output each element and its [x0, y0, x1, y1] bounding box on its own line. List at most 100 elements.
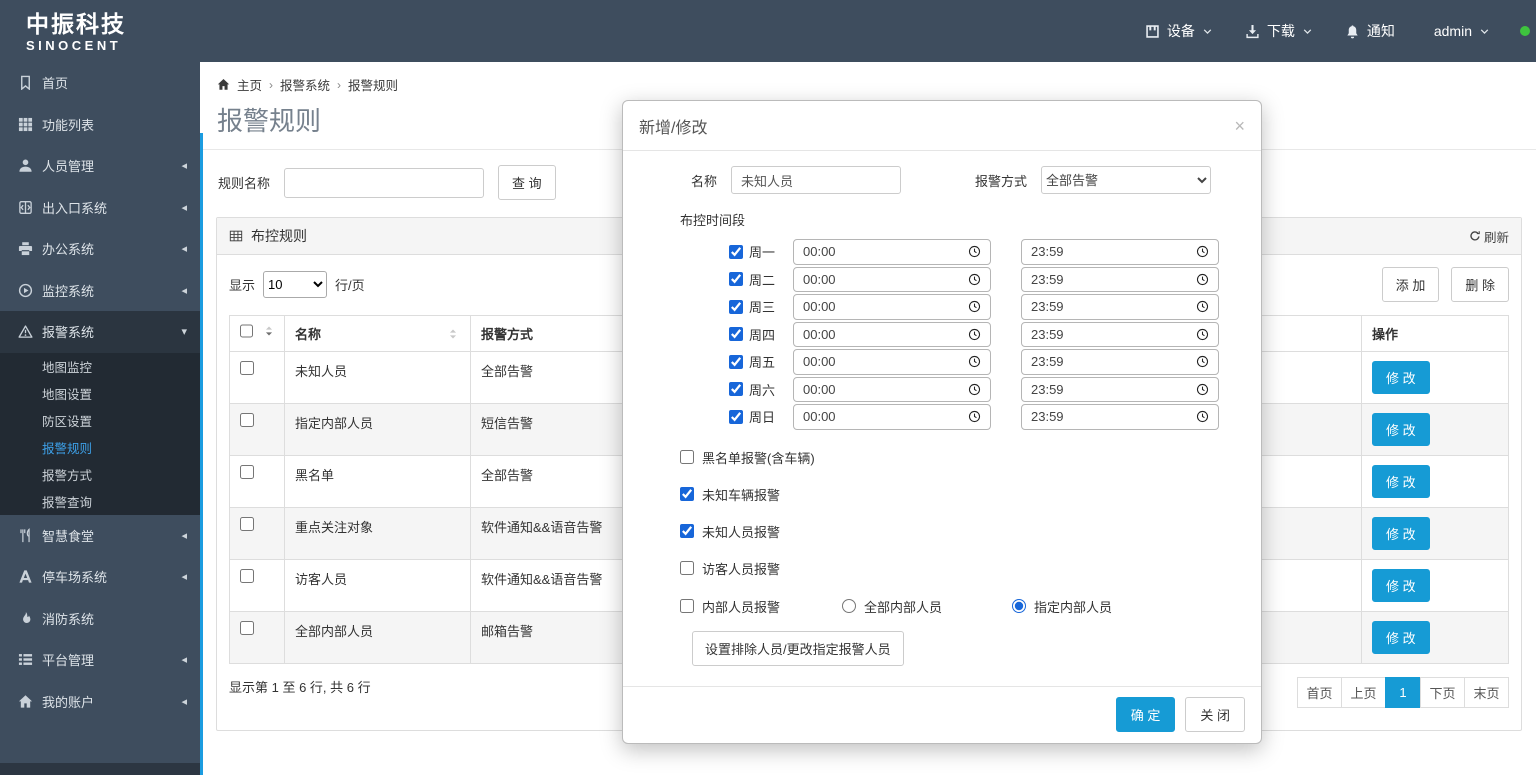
- breadcrumb-system[interactable]: 报警系统: [280, 75, 330, 94]
- navbar-item[interactable]: admin: [1427, 23, 1490, 39]
- refresh-button[interactable]: 刷新: [1469, 227, 1509, 246]
- row-checkbox[interactable]: [240, 621, 254, 635]
- day-checkbox[interactable]: [729, 410, 743, 424]
- sidebar-item[interactable]: 监控系统 ◂: [0, 270, 200, 312]
- row-checkbox[interactable]: [240, 569, 254, 583]
- sidebar-subitem[interactable]: 报警查询: [0, 488, 200, 515]
- day-checkbox[interactable]: [729, 300, 743, 314]
- sidebar-subitem[interactable]: 报警规则: [0, 434, 200, 461]
- confirm-button[interactable]: 确 定: [1116, 697, 1176, 732]
- schedule-day-row: 周六 00:00 23:59: [729, 377, 1241, 403]
- search-button[interactable]: 查 询: [498, 165, 556, 200]
- end-time-input[interactable]: 23:59: [1021, 239, 1219, 265]
- sort-icon[interactable]: [262, 324, 276, 338]
- sidebar-item[interactable]: 首页: [0, 62, 200, 104]
- edit-button[interactable]: 修 改: [1372, 465, 1430, 498]
- end-time-value: 23:59: [1031, 299, 1064, 314]
- sidebar-item[interactable]: 功能列表: [0, 104, 200, 146]
- brand-subtitle: SINOCENT: [26, 38, 200, 53]
- sidebar-item[interactable]: 出入口系统 ◂: [0, 187, 200, 229]
- edit-button[interactable]: 修 改: [1372, 361, 1430, 394]
- internal-alarm-checkbox[interactable]: [680, 599, 694, 613]
- sidebar-item[interactable]: 平台管理 ◂: [0, 639, 200, 681]
- row-checkbox[interactable]: [240, 517, 254, 531]
- exclude-people-button[interactable]: 设置排除人员/更改指定报警人员: [692, 631, 904, 666]
- start-time-input[interactable]: 00:00: [793, 349, 991, 375]
- column-header-name[interactable]: 名称: [295, 324, 321, 343]
- clock-icon: [1196, 300, 1209, 313]
- page-button[interactable]: 上页: [1341, 677, 1386, 708]
- sidebar-item-arrow: ◂: [181, 695, 187, 708]
- navbar-item[interactable]: 通知: [1345, 21, 1395, 41]
- alarm-option-checkbox[interactable]: [680, 561, 694, 575]
- navbar-item[interactable]: 下载: [1245, 21, 1313, 41]
- day-checkbox[interactable]: [729, 355, 743, 369]
- day-checkbox[interactable]: [729, 245, 743, 259]
- edit-button[interactable]: 修 改: [1372, 413, 1430, 446]
- sort-icon[interactable]: [446, 327, 460, 341]
- all-internal-radio[interactable]: [842, 599, 856, 613]
- row-checkbox[interactable]: [240, 361, 254, 375]
- sidebar-item[interactable]: 我的账户 ◂: [0, 681, 200, 723]
- sidebar-item[interactable]: 办公系统 ◂: [0, 228, 200, 270]
- end-time-value: 23:59: [1031, 382, 1064, 397]
- page-button[interactable]: 末页: [1464, 677, 1509, 708]
- page-button[interactable]: 首页: [1297, 677, 1342, 708]
- clock-icon: [1196, 383, 1209, 396]
- start-time-input[interactable]: 00:00: [793, 377, 991, 403]
- navbar-item[interactable]: 设备: [1145, 21, 1213, 41]
- end-time-input[interactable]: 23:59: [1021, 349, 1219, 375]
- close-icon[interactable]: ×: [1234, 118, 1245, 134]
- end-time-input[interactable]: 23:59: [1021, 404, 1219, 430]
- sidebar-subitem[interactable]: 地图监控: [0, 353, 200, 380]
- breadcrumb-home[interactable]: 主页: [237, 75, 262, 94]
- sidebar-item[interactable]: 停车场系统 ◂: [0, 556, 200, 598]
- sidebar-item[interactable]: 消防系统: [0, 598, 200, 640]
- alarm-option-checkbox[interactable]: [680, 450, 694, 464]
- start-time-input[interactable]: 00:00: [793, 404, 991, 430]
- row-checkbox[interactable]: [240, 465, 254, 479]
- add-button[interactable]: 添 加: [1382, 267, 1440, 302]
- alarm-option-checkbox[interactable]: [680, 524, 694, 538]
- page-button[interactable]: 下页: [1420, 677, 1465, 708]
- end-time-input[interactable]: 23:59: [1021, 267, 1219, 293]
- day-checkbox[interactable]: [729, 327, 743, 341]
- close-button[interactable]: 关 闭: [1185, 697, 1245, 732]
- day-checkbox[interactable]: [729, 382, 743, 396]
- page-button[interactable]: 1: [1385, 677, 1421, 708]
- start-time-input[interactable]: 00:00: [793, 267, 991, 293]
- sidebar-subitem-label: 报警查询: [42, 492, 92, 511]
- end-time-input[interactable]: 23:59: [1021, 294, 1219, 320]
- start-time-input[interactable]: 00:00: [793, 239, 991, 265]
- parking-icon: [17, 569, 33, 584]
- end-time-input[interactable]: 23:59: [1021, 322, 1219, 348]
- day-label: 周二: [749, 270, 781, 289]
- sidebar-subitem[interactable]: 报警方式: [0, 461, 200, 488]
- clock-icon: [1196, 328, 1209, 341]
- navbar-item-label: 通知: [1367, 21, 1395, 41]
- page-size-select[interactable]: 10: [263, 271, 327, 298]
- sidebar-item[interactable]: 智慧食堂 ◂: [0, 515, 200, 557]
- select-all-checkbox[interactable]: [240, 324, 253, 338]
- start-time-input[interactable]: 00:00: [793, 294, 991, 320]
- day-checkbox[interactable]: [729, 272, 743, 286]
- sidebar-subitem[interactable]: 地图设置: [0, 380, 200, 407]
- row-checkbox[interactable]: [240, 413, 254, 427]
- sidebar-item[interactable]: 报警系统 ▾: [0, 311, 200, 353]
- end-time-input[interactable]: 23:59: [1021, 377, 1219, 403]
- delete-button[interactable]: 删 除: [1451, 267, 1509, 302]
- edit-button[interactable]: 修 改: [1372, 569, 1430, 602]
- edit-button[interactable]: 修 改: [1372, 517, 1430, 550]
- sidebar-menu: 首页 功能列表 人员管理 ◂ 出入口系统: [0, 62, 200, 722]
- start-time-input[interactable]: 00:00: [793, 322, 991, 348]
- sidebar-subitem[interactable]: 防区设置: [0, 407, 200, 434]
- sidebar-item[interactable]: 人员管理 ◂: [0, 145, 200, 187]
- rule-name-input[interactable]: [284, 168, 484, 198]
- specified-internal-radio[interactable]: [1012, 599, 1026, 613]
- edit-button[interactable]: 修 改: [1372, 621, 1430, 654]
- start-time-value: 00:00: [803, 299, 836, 314]
- alarm-option-checkbox[interactable]: [680, 487, 694, 501]
- method-select[interactable]: 全部告警: [1041, 166, 1211, 194]
- platform-icon: [17, 652, 33, 667]
- name-input[interactable]: [731, 166, 901, 194]
